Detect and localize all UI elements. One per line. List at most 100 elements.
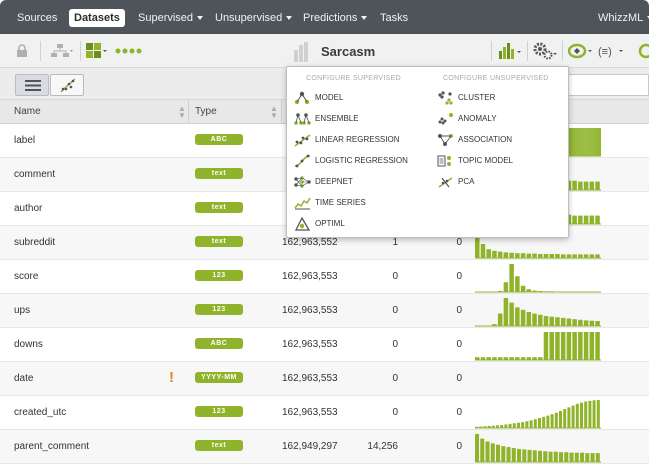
field-histogram[interactable] [475, 294, 603, 328]
menu-item-label: ANOMALY [458, 114, 497, 123]
field-histogram[interactable] [475, 328, 603, 362]
sort-icon[interactable]: ▲ ▼ [178, 105, 186, 120]
time-series-icon [294, 197, 311, 210]
histogram-bar [595, 181, 600, 190]
histogram-bar [503, 357, 509, 360]
field-name[interactable]: label [14, 135, 35, 146]
menu-item-anomaly[interactable]: ANOMALY [437, 110, 497, 128]
configure-gears-icon[interactable] [533, 42, 559, 60]
menu-item-deepnet[interactable]: DEEPNET [294, 173, 353, 191]
menu-item-pca[interactable]: PCA [437, 173, 474, 191]
lock-icon[interactable] [16, 44, 28, 58]
menu-item-ensemble[interactable]: ENSEMBLE [294, 110, 359, 128]
configure-models-icon[interactable] [568, 43, 594, 59]
histogram-bar [598, 128, 600, 156]
field-name[interactable]: comment [14, 169, 55, 180]
dataset-tree-icon[interactable] [51, 44, 73, 58]
histogram-bar [572, 254, 577, 258]
menu-item-linear-regression[interactable]: LINEAR REGRESSION [294, 131, 399, 149]
nav-sources[interactable]: Sources [12, 9, 62, 27]
histogram-bar [599, 128, 601, 156]
field-histogram[interactable] [475, 260, 603, 294]
histogram-bar [583, 254, 589, 258]
table-row[interactable]: downs ABC 162,963,553 0 0 [0, 328, 649, 362]
field-name[interactable]: parent_comment [14, 441, 89, 452]
field-missing: 0 [392, 271, 398, 282]
field-histogram[interactable] [475, 396, 603, 430]
nav-predictions[interactable]: Predictions [298, 9, 372, 27]
field-name[interactable]: downs [14, 339, 43, 350]
scatterplot-icon [60, 78, 76, 93]
menu-item-optiml[interactable]: OPTIML [294, 215, 345, 233]
toolbar-divider [562, 41, 563, 61]
field-errors: 0 [456, 441, 462, 452]
menu-item-topic-model[interactable]: TOPIC MODEL [437, 152, 513, 170]
menu-item-cluster[interactable]: CLUSTER [437, 89, 495, 107]
fields-config-icon[interactable] [86, 43, 108, 59]
table-row[interactable]: date! YYYY-MM 162,963,553 0 0 [0, 362, 649, 396]
field-count: 162,963,552 [282, 237, 338, 248]
table-row[interactable]: created_utc 123 162,963,553 0 0 [0, 396, 649, 430]
histogram-bar [555, 254, 560, 258]
dataset-title: Sarcasm [321, 44, 376, 59]
histogram-bar [588, 400, 592, 428]
histogram-bar [520, 285, 526, 292]
field-name[interactable]: ups [14, 305, 30, 316]
menu-item-label: TIME SERIES [315, 198, 366, 207]
menu-item-model[interactable]: MODEL [294, 89, 343, 107]
field-name[interactable]: subreddit [14, 237, 55, 248]
list-view-button[interactable] [15, 74, 49, 96]
histogram-bar [576, 128, 578, 156]
field-name[interactable]: score [14, 271, 38, 282]
menu-item-label: LOGISTIC REGRESSION [315, 156, 408, 165]
unsupervised-section-header: CONFIGURE UNSUPERVISED [443, 75, 549, 82]
toolbar-divider [80, 41, 81, 61]
histogram-bar [546, 415, 550, 428]
menu-item-time-series[interactable]: TIME SERIES [294, 194, 366, 212]
field-name[interactable]: date [14, 373, 33, 384]
charts-icon[interactable] [499, 43, 523, 59]
menu-item-logistic-regression[interactable]: LOGISTIC REGRESSION [294, 152, 408, 170]
histogram-bar [511, 448, 516, 462]
field-name[interactable]: author [14, 203, 42, 214]
nav-user-menu[interactable]: WhizzML [593, 9, 649, 27]
field-histogram[interactable] [475, 362, 603, 396]
histogram-bar [504, 424, 508, 428]
histogram-bar [538, 290, 543, 292]
warning-icon[interactable]: ! [169, 369, 174, 386]
field-name[interactable]: created_utc [14, 407, 66, 418]
histogram-bar [555, 317, 560, 326]
sort-icon[interactable]: ▲ ▼ [270, 105, 278, 120]
nav-tasks[interactable]: Tasks [375, 9, 413, 27]
menu-item-association[interactable]: ASSOCIATION [437, 131, 512, 149]
histogram-bar [569, 128, 571, 156]
field-search-input[interactable] [568, 74, 649, 96]
field-errors: 0 [456, 271, 462, 282]
nav-supervised[interactable]: Supervised [133, 9, 208, 27]
histogram-bar [570, 128, 572, 156]
table-row[interactable]: parent_comment text 162,949,297 14,256 0 [0, 430, 649, 464]
field-count: 162,963,553 [282, 305, 338, 316]
column-header-type[interactable]: Type [195, 106, 217, 117]
field-errors: 0 [456, 373, 462, 384]
field-type-badge: 123 [195, 304, 243, 315]
formula-icon[interactable]: (≡) [598, 43, 626, 59]
table-row[interactable]: score 123 162,963,553 0 0 [0, 260, 649, 294]
histogram-bar [566, 318, 572, 326]
field-count: 162,963,553 [282, 407, 338, 418]
more-icon[interactable] [638, 43, 649, 59]
scatter-view-button[interactable] [50, 74, 84, 96]
histogram-bar [574, 452, 579, 462]
table-row[interactable]: ups 123 162,963,553 0 0 [0, 294, 649, 328]
histogram-bar [475, 426, 478, 428]
field-histogram[interactable] [475, 430, 603, 464]
histogram-bar [582, 128, 584, 156]
histogram-bar [592, 128, 594, 156]
histogram-bar [509, 252, 514, 258]
column-header-name[interactable]: Name [14, 106, 41, 117]
histogram-bar [532, 357, 537, 360]
nav-unsupervised[interactable]: Unsupervised [210, 9, 297, 27]
histogram-bar [503, 298, 509, 326]
nav-datasets[interactable]: Datasets [69, 9, 125, 27]
field-type-badge: text [195, 168, 243, 179]
